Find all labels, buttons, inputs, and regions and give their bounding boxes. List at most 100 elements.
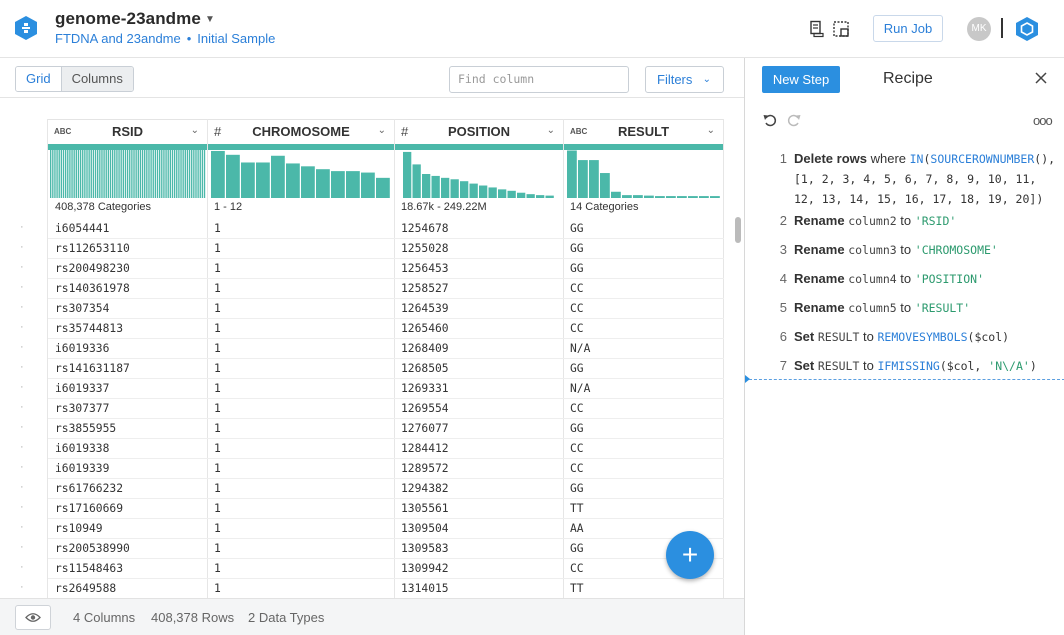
table-cell[interactable]: 1309583 bbox=[401, 542, 449, 555]
histogram-bar[interactable] bbox=[73, 150, 75, 198]
histogram-bar[interactable] bbox=[124, 150, 127, 198]
histogram-bar[interactable] bbox=[517, 192, 526, 198]
histogram-bar[interactable] bbox=[79, 150, 82, 198]
histogram-bar[interactable] bbox=[460, 181, 469, 198]
toggle-visibility-button[interactable] bbox=[15, 605, 51, 630]
histogram-bar[interactable] bbox=[129, 150, 131, 198]
histogram-bar[interactable] bbox=[126, 150, 129, 198]
table-cell[interactable]: 1 bbox=[214, 322, 221, 335]
histogram-bar[interactable] bbox=[431, 175, 440, 198]
table-cell[interactable]: 1294382 bbox=[401, 482, 449, 495]
table-cell[interactable]: rs17160669 bbox=[55, 502, 123, 515]
histogram-bar[interactable] bbox=[69, 150, 71, 198]
histogram-bar[interactable] bbox=[376, 177, 390, 198]
histogram-chromosome[interactable] bbox=[211, 150, 391, 200]
row-handle[interactable]: · bbox=[20, 401, 24, 413]
histogram-bar[interactable] bbox=[710, 196, 720, 198]
histogram-bar[interactable] bbox=[180, 150, 182, 198]
histogram-bar[interactable] bbox=[107, 150, 110, 198]
histogram-bar[interactable] bbox=[64, 150, 67, 198]
table-cell[interactable]: 1 bbox=[214, 282, 221, 295]
row-handle[interactable]: · bbox=[20, 441, 24, 453]
table-cell[interactable]: 1309942 bbox=[401, 562, 449, 575]
table-cell[interactable]: GG bbox=[570, 362, 584, 375]
result-histogram-chart[interactable] bbox=[567, 150, 721, 198]
histogram-bar[interactable] bbox=[139, 150, 142, 198]
histogram-bar[interactable] bbox=[677, 196, 687, 198]
filters-button[interactable]: Filters ⌄ bbox=[645, 66, 724, 93]
table-cell[interactable]: 1268409 bbox=[401, 342, 449, 355]
histogram-bar[interactable] bbox=[346, 171, 360, 198]
table-cell[interactable]: 1276077 bbox=[401, 422, 449, 435]
row-handle[interactable]: · bbox=[20, 241, 24, 253]
histogram-bar[interactable] bbox=[58, 150, 60, 198]
row-handle[interactable]: · bbox=[20, 561, 24, 573]
histogram-bar[interactable] bbox=[169, 150, 172, 198]
chevron-down-icon[interactable]: ⌄ bbox=[547, 125, 555, 136]
flow-view-icon[interactable] bbox=[808, 20, 826, 38]
table-cell[interactable]: 1254678 bbox=[401, 222, 449, 235]
histogram-bar[interactable] bbox=[118, 150, 120, 198]
histogram-bar[interactable] bbox=[203, 150, 206, 198]
histogram-bar[interactable] bbox=[600, 173, 610, 198]
histogram-bar[interactable] bbox=[161, 150, 163, 198]
histogram-bar[interactable] bbox=[163, 150, 165, 198]
histogram-bar[interactable] bbox=[201, 150, 204, 198]
histogram-bar[interactable] bbox=[120, 150, 122, 198]
histogram-bar[interactable] bbox=[191, 150, 193, 198]
chevron-down-icon[interactable]: ⌄ bbox=[191, 125, 199, 136]
table-cell[interactable]: 1 bbox=[214, 342, 221, 355]
histogram-bar[interactable] bbox=[488, 187, 497, 198]
table-cell[interactable]: CC bbox=[570, 402, 584, 415]
table-cell[interactable]: GG bbox=[570, 542, 584, 555]
histogram-bar[interactable] bbox=[109, 150, 112, 198]
tab-columns[interactable]: Columns bbox=[61, 67, 133, 91]
histogram-bar[interactable] bbox=[545, 195, 554, 198]
table-cell[interactable]: TT bbox=[570, 582, 584, 595]
chevron-down-icon[interactable]: ⌄ bbox=[378, 125, 386, 136]
histogram-bar[interactable] bbox=[226, 154, 240, 198]
table-cell[interactable]: rs11548463 bbox=[55, 562, 123, 575]
histogram-bar[interactable] bbox=[94, 150, 97, 198]
histogram-bar[interactable] bbox=[67, 150, 69, 198]
vertical-scrollbar[interactable] bbox=[735, 217, 741, 243]
table-cell[interactable]: i6019336 bbox=[55, 342, 109, 355]
histogram-bar[interactable] bbox=[173, 150, 176, 198]
redo-icon[interactable] bbox=[786, 112, 802, 128]
row-handle[interactable]: · bbox=[20, 521, 24, 533]
column-header-result[interactable]: ABC RESULT ⌄ bbox=[564, 119, 723, 145]
table-cell[interactable]: GG bbox=[570, 242, 584, 255]
table-cell[interactable]: 1269331 bbox=[401, 382, 449, 395]
histogram-bar[interactable] bbox=[361, 172, 375, 198]
histogram-bar[interactable] bbox=[101, 150, 103, 198]
histogram-bar[interactable] bbox=[567, 150, 577, 198]
table-cell[interactable]: N/A bbox=[570, 382, 590, 395]
histogram-bar[interactable] bbox=[316, 169, 330, 198]
row-handle[interactable]: · bbox=[20, 421, 24, 433]
row-handle[interactable]: · bbox=[20, 381, 24, 393]
histogram-bar[interactable] bbox=[655, 196, 665, 198]
table-cell[interactable]: GG bbox=[570, 482, 584, 495]
insert-position-line[interactable] bbox=[749, 379, 1064, 380]
histogram-bar[interactable] bbox=[54, 150, 56, 198]
table-cell[interactable]: GG bbox=[570, 262, 584, 275]
histogram-bar[interactable] bbox=[105, 150, 107, 198]
table-cell[interactable]: CC bbox=[570, 442, 584, 455]
histogram-bar[interactable] bbox=[146, 150, 148, 198]
breadcrumb-flow-link[interactable]: FTDNA and 23andme bbox=[55, 31, 181, 46]
histogram-bar[interactable] bbox=[188, 150, 191, 198]
table-cell[interactable]: rs200538990 bbox=[55, 542, 130, 555]
rsid-histogram-chart[interactable] bbox=[50, 150, 206, 198]
tab-grid[interactable]: Grid bbox=[16, 67, 62, 91]
table-cell[interactable]: rs200498230 bbox=[55, 262, 130, 275]
histogram-bar[interactable] bbox=[75, 150, 77, 198]
table-cell[interactable]: rs2649588 bbox=[55, 582, 116, 595]
histogram-bar[interactable] bbox=[84, 150, 86, 198]
histogram-bar[interactable] bbox=[50, 150, 52, 198]
table-cell[interactable]: 1 bbox=[214, 542, 221, 555]
histogram-bar[interactable] bbox=[165, 150, 167, 198]
position-histogram-chart[interactable] bbox=[403, 150, 555, 198]
histogram-bar[interactable] bbox=[578, 160, 588, 198]
histogram-bar[interactable] bbox=[152, 150, 154, 198]
histogram-bar[interactable] bbox=[536, 195, 545, 198]
